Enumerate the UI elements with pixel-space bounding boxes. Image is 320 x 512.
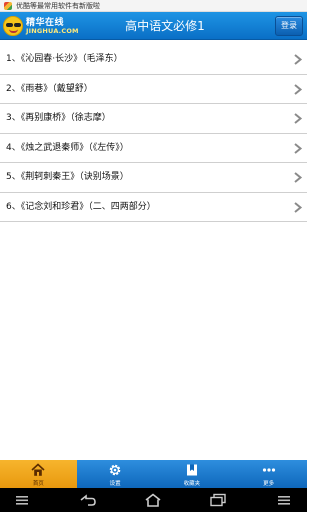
list-item-label: 3、《再别康桥》（徐志摩）: [6, 113, 111, 123]
list-item[interactable]: 1、《沁园春·长沙》（毛泽东）: [0, 45, 307, 75]
list-item-label: 6、《记念刘和珍君》（二、四两部分）: [6, 201, 156, 212]
list-item-label: 2、《雨巷》（戴望舒）: [6, 83, 93, 94]
back-icon[interactable]: [78, 492, 98, 508]
tab-label: 首页: [32, 481, 44, 487]
tab-favorites[interactable]: 收藏夹: [154, 460, 231, 488]
app-logo: 精华在线 JINGHUA.COM: [3, 15, 103, 37]
recent-apps-icon[interactable]: [208, 492, 228, 508]
menu-icon[interactable]: [276, 492, 292, 508]
bookmark-icon: [186, 464, 197, 476]
app-header: 精华在线 JINGHUA.COM 高中语文必修1 登录: [0, 12, 307, 40]
page-title: 高中语文必修1: [125, 19, 205, 33]
list-item-label: 1、《沁园春·长沙》（毛泽东）: [6, 54, 123, 64]
list-item[interactable]: 4、《烛之武退秦师》（《左传》）: [0, 134, 307, 163]
tab-settings[interactable]: 设置: [77, 460, 154, 488]
more-icon: [262, 468, 275, 472]
tab-more[interactable]: 更多: [230, 460, 307, 488]
chevron-right-icon: [294, 172, 303, 183]
app-store-icon: [4, 1, 12, 10]
tab-label: 更多: [263, 481, 275, 487]
list-item[interactable]: 5、《荆轲刺秦王》（诀别场景）: [0, 163, 307, 193]
menu-icon[interactable]: [14, 492, 30, 508]
chevron-right-icon: [294, 113, 303, 124]
home-icon: [31, 463, 45, 476]
logo-english-text: JINGHUA.COM: [26, 27, 79, 35]
list-item[interactable]: 6、《记念刘和珍君》（二、四两部分）: [0, 193, 307, 222]
chevron-right-icon: [294, 201, 303, 213]
login-button[interactable]: 登录: [275, 16, 303, 36]
list-item[interactable]: 3、《再别康桥》（徐志摩）: [0, 104, 307, 134]
lesson-list: 1、《沁园春·长沙》（毛泽东） 2、《雨巷》（戴望舒） 3、《再别康桥》（徐志摩…: [0, 45, 307, 222]
tab-label: 设置: [109, 481, 121, 487]
notification-bar[interactable]: 优酷等最常用软件有新版啦: [0, 0, 307, 12]
system-nav-bar: [0, 488, 307, 512]
chevron-right-icon: [294, 83, 303, 95]
tab-label: 收藏夹: [183, 481, 201, 487]
mascot-icon: [3, 16, 23, 36]
home-icon[interactable]: [143, 492, 163, 508]
chevron-right-icon: [294, 142, 303, 154]
notification-text: 优酷等最常用软件有新版啦: [16, 1, 100, 10]
list-item-label: 5、《荆轲刺秦王》（诀别场景）: [6, 172, 129, 182]
list-item[interactable]: 2、《雨巷》（戴望舒）: [0, 75, 307, 104]
chevron-right-icon: [294, 54, 303, 65]
bottom-tab-bar: 首页 设置 收藏夹 更多: [0, 460, 307, 488]
gear-icon: [109, 464, 121, 476]
tab-home[interactable]: 首页: [0, 460, 77, 488]
list-item-label: 4、《烛之武退秦师》（《左传》）: [6, 142, 129, 153]
